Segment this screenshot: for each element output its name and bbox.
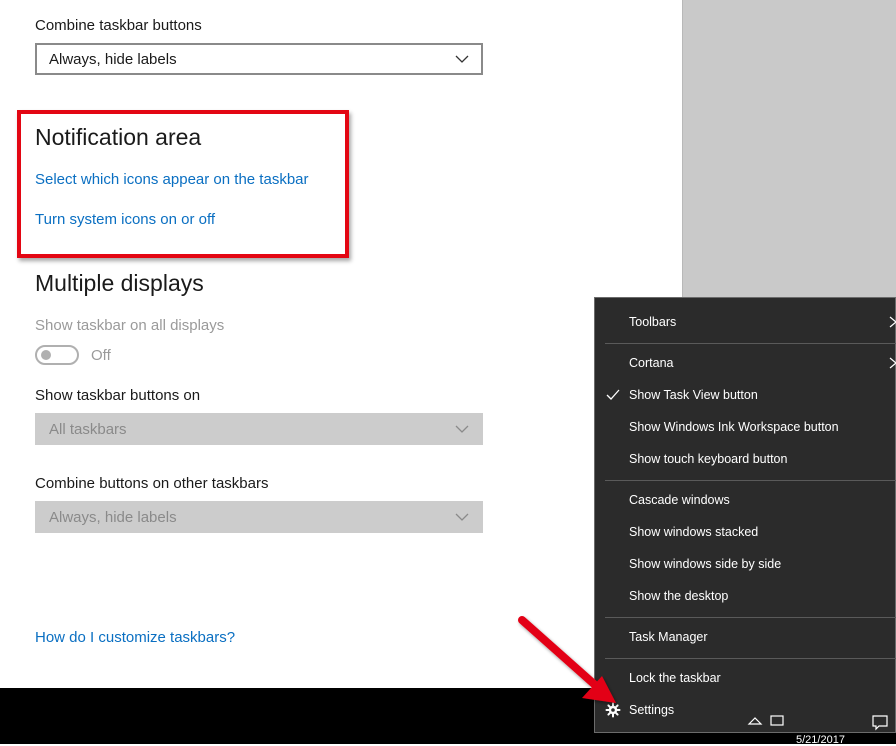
settings-panel: Combine taskbar buttons Always, hide lab… <box>0 0 682 688</box>
combine-taskbar-buttons-label: Combine taskbar buttons <box>35 17 202 34</box>
menu-item-label: Cascade windows <box>629 493 730 507</box>
menu-item-task-view[interactable]: Show Task View button <box>595 380 896 410</box>
show-taskbar-buttons-on-label: Show taskbar buttons on <box>35 387 201 404</box>
menu-item-task-manager[interactable]: Task Manager <box>595 622 896 652</box>
chevron-down-icon <box>455 513 469 521</box>
menu-item-label: Show windows stacked <box>629 525 759 539</box>
menu-item-toolbars[interactable]: Toolbars <box>595 307 896 337</box>
taskbar-context-menu: Toolbars Cortana Show Task View button S… <box>594 297 896 733</box>
taskbar-date: 5/21/2017 <box>796 734 845 746</box>
red-arrow-annotation <box>518 616 616 703</box>
chevron-up-icon <box>747 717 763 725</box>
show-all-displays-toggle[interactable] <box>35 345 79 365</box>
menu-separator <box>605 658 896 659</box>
multiple-displays-heading: Multiple displays <box>35 270 204 296</box>
menu-item-label: Show the desktop <box>629 589 729 603</box>
menu-item-cascade[interactable]: Cascade windows <box>595 485 896 515</box>
combine-other-taskbars-dropdown[interactable]: Always, hide labels <box>35 501 483 533</box>
chevron-right-icon <box>889 357 896 369</box>
menu-item-label: Lock the taskbar <box>629 671 721 685</box>
menu-item-label: Show touch keyboard button <box>629 452 788 466</box>
menu-item-label: Cortana <box>629 356 674 370</box>
menu-separator <box>605 343 896 344</box>
chevron-right-icon <box>889 316 896 328</box>
menu-separator <box>605 480 896 481</box>
notification-area-highlight <box>17 110 349 258</box>
combine-taskbar-buttons-dropdown[interactable]: Always, hide labels <box>35 43 483 75</box>
chevron-down-icon <box>455 425 469 433</box>
menu-item-lock-taskbar[interactable]: Lock the taskbar <box>595 663 896 693</box>
help-customize-link[interactable]: How do I customize taskbars? <box>35 629 235 646</box>
combine-other-taskbars-label: Combine buttons on other taskbars <box>35 475 269 492</box>
menu-item-label: Show Task View button <box>629 388 758 402</box>
menu-item-label: Toolbars <box>629 315 677 329</box>
menu-item-label: Show windows side by side <box>629 557 782 571</box>
menu-item-label: Show Windows Ink Workspace button <box>629 420 839 434</box>
chevron-down-icon <box>455 55 469 63</box>
checkmark-icon <box>606 389 620 400</box>
menu-separator <box>605 617 896 618</box>
menu-item-touch-keyboard[interactable]: Show touch keyboard button <box>595 444 896 474</box>
menu-item-ink-workspace[interactable]: Show Windows Ink Workspace button <box>595 412 896 442</box>
show-taskbar-all-displays-label: Show taskbar on all displays <box>35 317 225 334</box>
show-taskbar-buttons-on-value: All taskbars <box>49 420 127 438</box>
menu-item-stacked[interactable]: Show windows stacked <box>595 517 896 547</box>
network-icon <box>770 715 784 726</box>
menu-item-label: Settings <box>629 703 675 717</box>
combine-other-taskbars-value: Always, hide labels <box>49 508 177 526</box>
action-center-icon <box>872 715 888 731</box>
toggle-state-label: Off <box>91 347 111 364</box>
menu-item-cortana[interactable]: Cortana <box>595 348 896 378</box>
toggle-knob <box>41 350 51 360</box>
combine-taskbar-buttons-value: Always, hide labels <box>49 50 177 68</box>
menu-item-label: Task Manager <box>629 630 708 644</box>
menu-item-show-desktop[interactable]: Show the desktop <box>595 581 896 611</box>
menu-item-side-by-side[interactable]: Show windows side by side <box>595 549 896 579</box>
show-taskbar-buttons-on-dropdown[interactable]: All taskbars <box>35 413 483 445</box>
